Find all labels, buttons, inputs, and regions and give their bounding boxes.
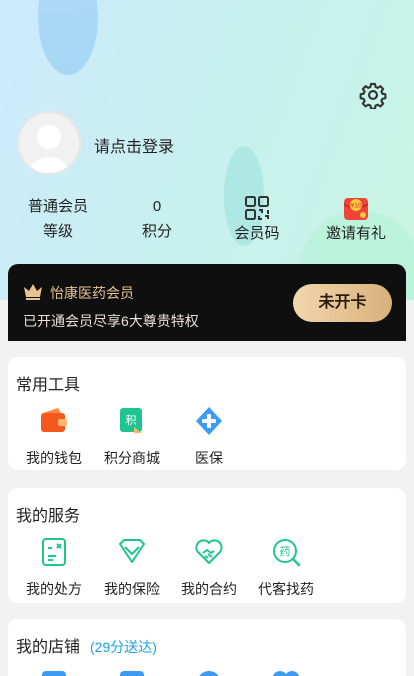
store-item[interactable]	[116, 667, 148, 676]
service-item-label: 代客找药	[258, 581, 314, 597]
tool-item-wallet[interactable]: 我的钱包	[20, 405, 88, 468]
store-icon	[199, 671, 219, 676]
points-mall-icon: 积	[120, 408, 142, 433]
my-store-card: 我的店铺 (29分送达)	[8, 619, 406, 676]
find-medicine-icon: 药	[273, 539, 301, 567]
avatar[interactable]	[17, 111, 81, 175]
stat-member-code[interactable]: 会员码	[212, 194, 302, 246]
svg-text:¥10: ¥10	[350, 203, 362, 210]
activate-card-button[interactable]: 未开卡	[293, 284, 392, 322]
section-title: 常用工具	[16, 377, 81, 394]
service-item-label: 我的合约	[181, 581, 237, 597]
service-item-insurance[interactable]: 我的保险	[98, 536, 166, 599]
wallet-icon	[41, 408, 67, 432]
service-item-find-medicine[interactable]: 药 代客找药	[252, 536, 320, 599]
stat-invite[interactable]: ¥10 邀请有礼	[311, 194, 401, 246]
store-icon	[120, 671, 144, 676]
store-item[interactable]	[38, 667, 70, 676]
delivery-time-hint: (29分送达)	[90, 639, 157, 655]
stat-points[interactable]: 0 积分	[112, 194, 202, 244]
tool-item-label: 积分商城	[104, 450, 160, 466]
stat-invite-label: 邀请有礼	[325, 225, 386, 242]
store-title: 我的店铺	[16, 639, 81, 656]
medical-insurance-icon	[196, 407, 222, 435]
heart-icon	[273, 671, 299, 676]
my-services-card: 我的服务 我的处方 我的保险 我的合约 药 代客找药	[8, 488, 406, 603]
stat-points-label: 积分	[141, 223, 172, 240]
login-prompt[interactable]: 请点击登录	[94, 133, 174, 157]
tool-item-label: 医保	[195, 450, 223, 466]
red-packet-icon: ¥10	[343, 198, 369, 220]
common-tools-card: 常用工具 我的钱包 积 积分商城 医保	[8, 357, 406, 470]
svg-text:积: 积	[126, 414, 137, 427]
stat-points-value: 0	[152, 198, 162, 215]
crown-icon	[24, 284, 42, 300]
service-item-prescription[interactable]: 我的处方	[20, 536, 88, 599]
tool-item-points-mall[interactable]: 积 积分商城	[98, 405, 166, 468]
vip-member-card[interactable]: 怡康医药会员 已开通会员尽享6大尊贵特权 未开卡	[8, 264, 406, 341]
stat-level-value: 普通会员	[27, 198, 88, 215]
insurance-icon	[119, 539, 145, 563]
gear-icon[interactable]	[359, 81, 387, 109]
service-item-label: 我的处方	[26, 581, 82, 597]
service-item-contract[interactable]: 我的合约	[175, 536, 243, 599]
store-icon	[42, 671, 66, 676]
stat-member-code-label: 会员码	[234, 225, 280, 242]
store-item[interactable]	[270, 667, 302, 676]
contract-icon	[195, 539, 223, 564]
section-title: 我的服务	[16, 508, 81, 525]
qr-code-icon	[245, 196, 269, 220]
profile-header: 请点击登录 普通会员 等级 0 积分 会员码 ¥10 邀请有礼	[0, 0, 414, 300]
stat-level[interactable]: 普通会员 等级	[13, 194, 103, 244]
user-silhouette-icon	[27, 125, 71, 173]
section-title: 我的店铺 (29分送达)	[16, 633, 157, 657]
stat-level-label: 等级	[42, 223, 73, 240]
vip-subtitle: 已开通会员尽享6大尊贵特权	[23, 313, 199, 329]
prescription-icon	[42, 538, 66, 566]
tool-item-medical-insurance[interactable]: 医保	[175, 405, 243, 468]
service-item-label: 我的保险	[104, 581, 160, 597]
store-item[interactable]	[193, 667, 225, 676]
vip-title: 怡康医药会员	[50, 285, 134, 301]
decor-blob	[38, 0, 98, 75]
svg-text:药: 药	[280, 545, 291, 558]
tool-item-label: 我的钱包	[26, 450, 82, 466]
